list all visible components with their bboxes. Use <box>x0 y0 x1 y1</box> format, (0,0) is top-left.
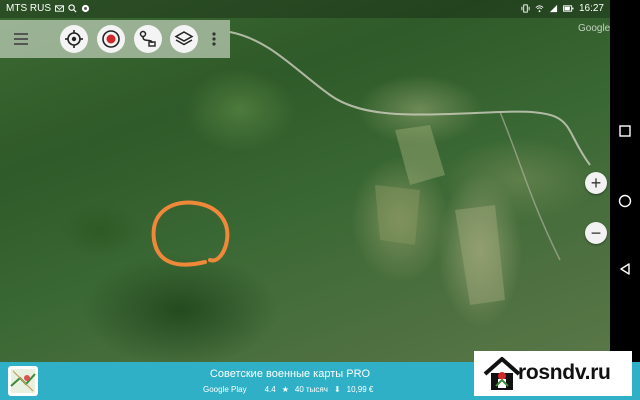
road-branch <box>499 111 561 261</box>
app-meta: Google Play 4.4 ★ 40 тысяч ⬇ 10,99 € <box>203 385 373 394</box>
menu-icon[interactable] <box>12 30 32 48</box>
store-name: Google Play <box>203 385 247 394</box>
zoom-in-button[interactable]: + <box>585 172 607 194</box>
orange-circle-annotation <box>151 200 230 267</box>
download-count: 40 тысяч <box>294 385 328 394</box>
clock: 16:27 <box>578 3 604 14</box>
layers-button[interactable] <box>170 25 198 53</box>
map-watermark: Google <box>578 23 610 34</box>
locate-button[interactable] <box>60 25 88 53</box>
search-icon <box>68 4 77 13</box>
carrier-label: MTS RUS <box>6 3 51 14</box>
field-patch <box>375 185 420 245</box>
wifi-icon <box>535 5 544 13</box>
price: 10,99 € <box>346 385 374 394</box>
route-icon <box>139 30 156 47</box>
star-icon: ★ <box>281 385 289 394</box>
layers-icon <box>174 31 194 46</box>
home-icon[interactable] <box>618 194 632 208</box>
recent-apps-icon[interactable] <box>618 124 632 138</box>
battery-icon <box>563 5 574 12</box>
field-patch <box>395 125 445 185</box>
screen: Google MTS RUS 16:27 + − Советские военн… <box>0 0 640 400</box>
signal-icon <box>549 4 558 13</box>
download-icon: ⬇ <box>333 385 341 394</box>
locate-icon <box>65 30 83 48</box>
android-nav-bar <box>610 0 640 400</box>
site-watermark: rosndv.ru <box>474 351 632 396</box>
status-bar: MTS RUS 16:27 <box>0 0 610 18</box>
route-button[interactable] <box>134 25 162 53</box>
rating-value: 4.4 <box>264 385 276 394</box>
site-name: rosndv.ru <box>518 361 611 384</box>
map-toolbar <box>0 20 230 58</box>
record-button[interactable] <box>97 25 125 53</box>
mail-icon <box>55 5 64 12</box>
field-patch <box>455 205 505 305</box>
more-icon[interactable] <box>208 29 220 49</box>
vibrate-icon <box>521 4 530 13</box>
back-icon[interactable] <box>618 262 632 276</box>
house-logo-icon <box>483 357 521 390</box>
zoom-out-button[interactable]: − <box>585 222 607 244</box>
settings-icon <box>81 4 90 13</box>
record-icon <box>102 30 120 48</box>
